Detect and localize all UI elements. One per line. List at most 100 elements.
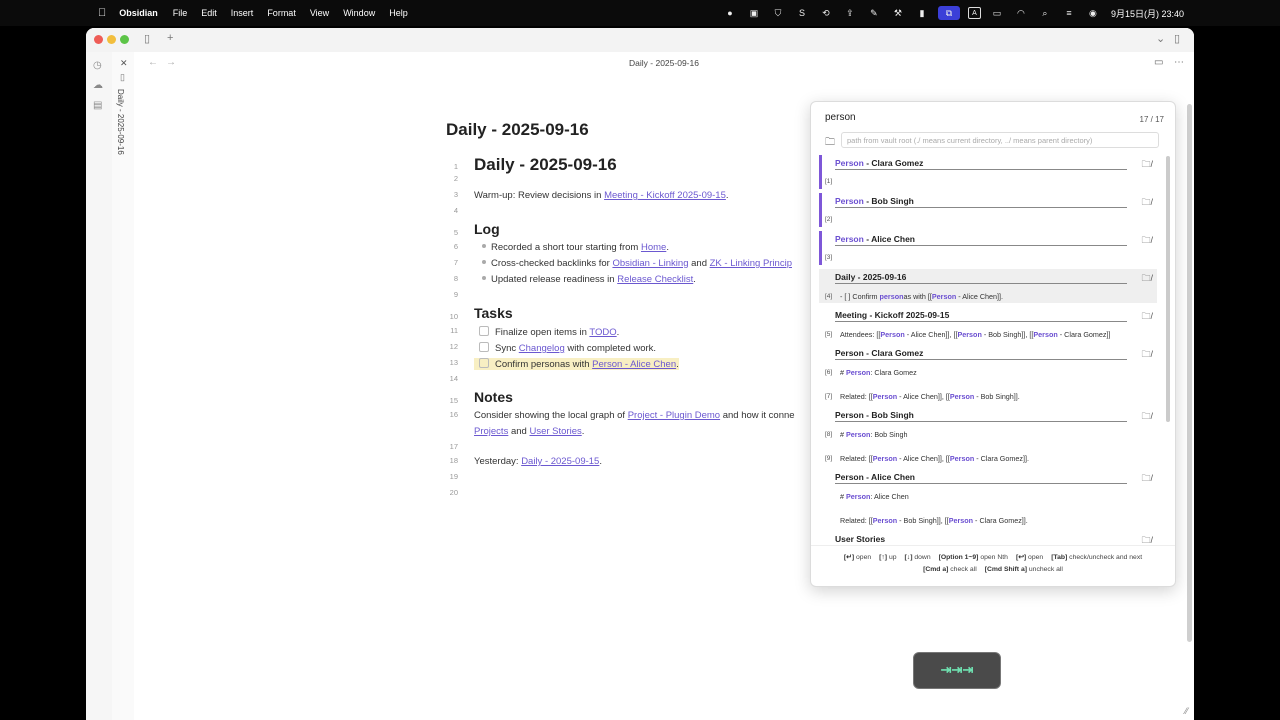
reading-view-icon[interactable]: ▭ (1154, 57, 1163, 68)
calendar-icon[interactable]: ▤ (93, 100, 102, 111)
zoom-window-button[interactable] (120, 35, 129, 44)
title-underline (835, 169, 1127, 170)
input-a-icon[interactable]: A (967, 7, 981, 19)
search-input[interactable]: person (825, 112, 856, 123)
folder-icon[interactable]: 🗀/ (1141, 309, 1153, 325)
sync-icon[interactable]: ⟲ (818, 8, 834, 19)
new-tab-icon[interactable]: + (167, 32, 173, 44)
internal-link[interactable]: TODO (589, 327, 616, 338)
shortcut-hint: [Cmd a] check all (923, 566, 977, 573)
record-icon[interactable]: ● (722, 8, 738, 19)
internal-link[interactable]: Obsidian - Linking (612, 258, 688, 269)
menu-window[interactable]: Window (336, 8, 382, 18)
menu-insert[interactable]: Insert (224, 8, 261, 18)
task-checkbox[interactable] (479, 326, 489, 336)
internal-link[interactable]: Projects (474, 426, 508, 437)
folder-icon[interactable]: 🗀/ (1141, 271, 1153, 287)
snippet-text: - Bob Singh]]. (974, 392, 1020, 401)
resize-handle-icon[interactable]: ⁄⁄ (1185, 706, 1188, 716)
menu-file[interactable]: File (166, 8, 195, 18)
menu-format[interactable]: Format (260, 8, 303, 18)
clock[interactable]: 9月15日(月) 23:40 (1111, 7, 1184, 20)
close-icon[interactable]: ✕ (120, 58, 128, 69)
display-icon[interactable]: ▣ (746, 8, 762, 19)
tool-icon[interactable]: ⚒ (890, 8, 906, 19)
folder-icon[interactable]: 🗀/ (1141, 347, 1153, 363)
ribbon: ◷ ☁ ▤ (86, 52, 113, 720)
line-number: 11 (450, 326, 458, 335)
result-item[interactable]: Meeting - Kickoff 2025-09-15 🗀/ [5] Attende… (819, 307, 1157, 341)
folder-icon[interactable]: 🗀/ (1141, 233, 1153, 249)
internal-link[interactable]: Person - Alice Chen (592, 359, 676, 370)
scrollbar[interactable] (1187, 104, 1192, 642)
task-checkbox[interactable] (479, 342, 489, 352)
close-window-button[interactable] (94, 35, 103, 44)
result-title: Person - Bob Singh (835, 410, 914, 420)
text: Updated release readiness in (491, 274, 618, 285)
title-text: Person - Alice Chen (835, 472, 915, 482)
match-highlight: Person (957, 330, 982, 339)
app-menu[interactable]: Obsidian (106, 8, 166, 18)
internal-link[interactable]: Meeting - Kickoff 2025-09-15 (604, 190, 726, 201)
apple-menu-icon[interactable]:  (98, 7, 106, 19)
control-center-icon[interactable]: ≡ (1061, 8, 1077, 19)
internal-link[interactable]: Release Checklist (617, 274, 693, 285)
result-item[interactable]: Daily - 2025-09-16 🗀/ [4] - [ ] Confirm per… (819, 269, 1157, 303)
result-item[interactable]: Person - Alice Chen 🗀/ # Person: Alice Che… (819, 469, 1157, 527)
right-sidebar-toggle-icon[interactable]: ▯ (1174, 32, 1180, 45)
internal-link[interactable]: Daily - 2025-09-15 (521, 456, 599, 467)
snippet-text: as with [[ (903, 292, 932, 301)
history-icon[interactable]: ◷ (93, 60, 102, 71)
screen-mirror-icon[interactable]: ⧉ (937, 6, 960, 20)
snippet-text: - Alice Chen]], [[ (897, 392, 950, 401)
match-highlight: Person (872, 516, 898, 525)
result-item[interactable]: User Stories 🗀/ (819, 531, 1157, 544)
more-options-icon[interactable]: ⋯ (1174, 57, 1184, 68)
search-icon[interactable]: ⌕ (1037, 8, 1053, 19)
internal-link[interactable]: Changelog (519, 343, 565, 354)
line-number: 6 (453, 242, 458, 251)
internal-link[interactable]: User Stories (529, 426, 581, 437)
vertical-tab[interactable]: ✕ ▯ Daily - 2025-09-16 (112, 52, 135, 720)
internal-link[interactable]: Home (641, 242, 666, 253)
shortcut-label: open (854, 554, 872, 561)
internal-link[interactable]: ZK - Linking Princip (710, 258, 792, 269)
folder-icon[interactable]: 🗀/ (1141, 409, 1153, 425)
battery-icon[interactable]: ▭ (989, 8, 1005, 19)
menu-help[interactable]: Help (382, 8, 415, 18)
inline-title[interactable]: Daily - 2025-09-16 (446, 120, 589, 140)
share-icon[interactable]: ⇪ (842, 8, 858, 19)
sidebar-toggle-icon[interactable]: ▯ (144, 32, 150, 45)
snippet-text: - Alice Chen]]. (956, 292, 1004, 301)
minimize-window-button[interactable] (107, 35, 116, 44)
internal-link[interactable]: Project - Plugin Demo (628, 410, 720, 421)
menu-view[interactable]: View (303, 8, 336, 18)
result-item[interactable]: Person - Bob Singh 🗀/ [8] # Person: Bob Sin… (819, 407, 1157, 465)
result-item[interactable]: Person - Clara Gomez 🗀/ [1] (819, 155, 1157, 189)
siri-icon[interactable]: ◉ (1085, 8, 1101, 19)
results-scrollbar[interactable] (1166, 156, 1170, 422)
folder-icon[interactable]: 🗀/ (1141, 195, 1153, 211)
graph-icon[interactable]: ☁ (93, 80, 103, 91)
shield-icon[interactable]: ⛉ (770, 8, 786, 19)
match-highlight: Person (846, 430, 871, 439)
match-highlight: Person (846, 492, 871, 501)
folder-icon[interactable]: 🗀/ (1141, 471, 1153, 487)
result-item[interactable]: Person - Clara Gomez 🗀/ [6] # Person: Clara… (819, 345, 1157, 403)
status-area: ● ▣ ⛉ S ⟲ ⇪ ✎ ⚒ ▮ ⧉ A ▭ ◠ ⌕ ≡ ◉ 9月15日(月) 23:40 (718, 0, 1280, 26)
shortcut-hint: [Cmd Shift a] uncheck all (985, 566, 1063, 573)
shortcut-key: [↵] (843, 554, 855, 561)
task-checkbox[interactable] (479, 358, 489, 368)
folder-icon[interactable]: 🗀/ (1141, 533, 1153, 544)
phone-icon[interactable]: ▮ (914, 8, 930, 19)
pen-icon[interactable]: ✎ (866, 8, 882, 19)
result-item[interactable]: Person - Alice Chen 🗀/ [3] (819, 231, 1157, 265)
menu-edit[interactable]: Edit (194, 8, 224, 18)
chevron-down-icon[interactable]: ⌄ (1156, 32, 1165, 45)
result-title: Meeting - Kickoff 2025-09-15 (835, 310, 949, 320)
folder-icon[interactable]: 🗀/ (1141, 157, 1153, 173)
result-item[interactable]: Person - Bob Singh 🗀/ [2] (819, 193, 1157, 227)
path-input[interactable]: path from vault root (./ means current d… (841, 132, 1159, 148)
s-icon[interactable]: S (794, 8, 810, 19)
wifi-icon[interactable]: ◠ (1013, 8, 1029, 19)
